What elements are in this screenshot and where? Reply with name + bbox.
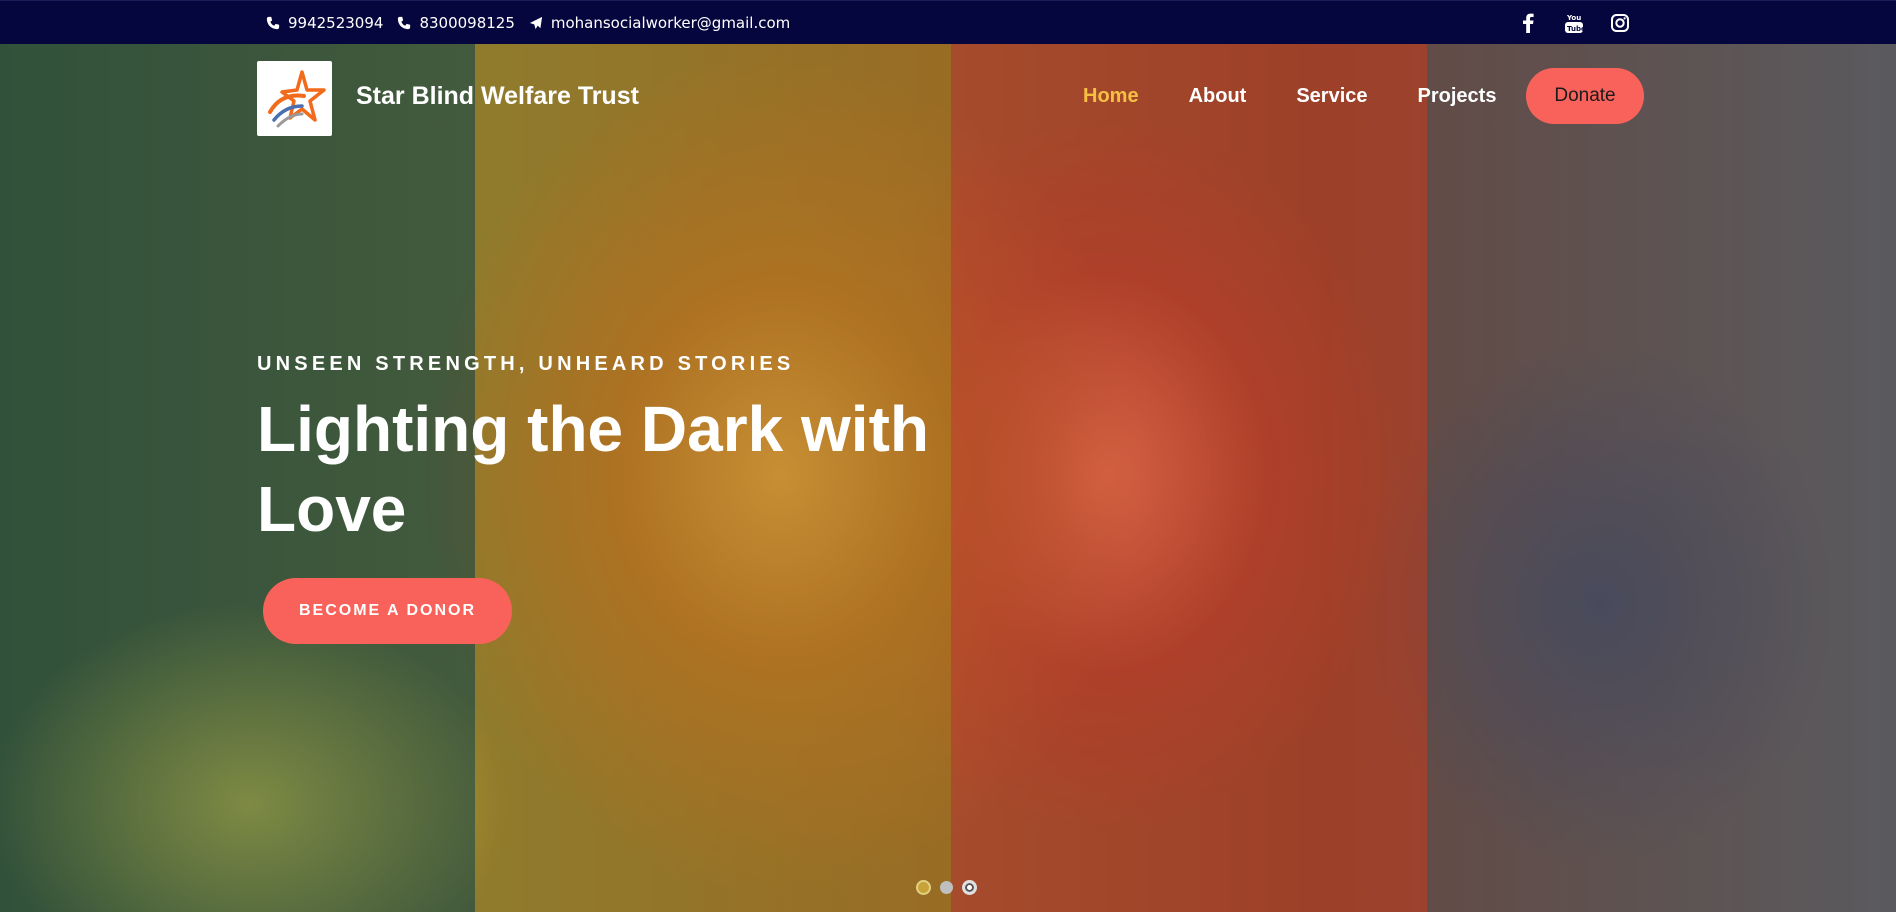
top-contact-bar: 9942523094 8300098125 mohansocialworker@… — [0, 0, 1896, 44]
nav-item-about[interactable]: About — [1189, 85, 1247, 108]
instagram-icon[interactable] — [1610, 13, 1630, 33]
svg-text:You: You — [1566, 14, 1581, 22]
nav-item-service[interactable]: Service — [1296, 85, 1367, 108]
color-overlay-band — [1427, 44, 1896, 912]
phone-icon — [398, 16, 411, 30]
brand-logo[interactable] — [257, 61, 332, 136]
slide-dot-2[interactable] — [940, 881, 953, 894]
phone-2-text: 8300098125 — [419, 14, 515, 32]
slide-dot-1[interactable] — [916, 880, 931, 895]
donate-button[interactable]: Donate — [1526, 68, 1644, 124]
facebook-icon[interactable] — [1518, 13, 1538, 33]
hero-headline: Lighting the Dark with Love — [257, 393, 929, 545]
nav-item-home[interactable]: Home — [1083, 85, 1139, 108]
social-links: You Tube — [1518, 1, 1630, 45]
phone-1[interactable]: 9942523094 — [266, 14, 383, 32]
main-nav: Home About Service Projects — [1083, 68, 1546, 124]
email-link[interactable]: mohansocialworker@gmail.com — [529, 14, 790, 32]
phone-1-text: 9942523094 — [288, 14, 384, 32]
brand-name[interactable]: Star Blind Welfare Trust — [356, 82, 639, 111]
paper-plane-icon — [529, 16, 542, 30]
svg-text:Tube: Tube — [1567, 25, 1583, 33]
become-donor-button[interactable]: BECOME A DONOR — [263, 578, 512, 644]
contact-info: 9942523094 8300098125 mohansocialworker@… — [266, 1, 790, 45]
slider-pagination — [916, 880, 977, 895]
nav-item-projects[interactable]: Projects — [1418, 85, 1497, 108]
email-text: mohansocialworker@gmail.com — [550, 14, 791, 32]
phone-icon — [266, 16, 280, 30]
star-logo-icon — [267, 69, 326, 127]
hero-slider: Star Blind Welfare Trust Home About Serv… — [0, 44, 1896, 912]
phone-2[interactable]: 8300098125 — [397, 14, 515, 32]
youtube-icon[interactable]: You Tube — [1564, 13, 1584, 33]
hero-tagline: UNSEEN STRENGTH, UNHEARD STORIES — [257, 353, 795, 375]
slide-dot-3[interactable] — [962, 880, 977, 895]
